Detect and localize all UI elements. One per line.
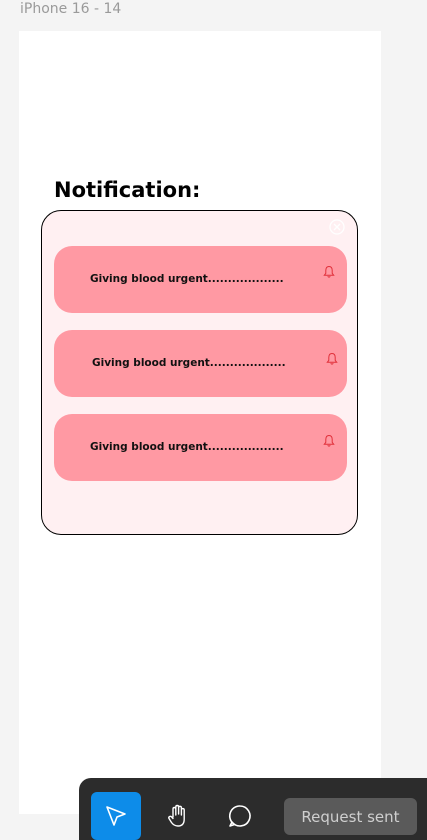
comment-icon [228, 805, 251, 827]
page-title: Notification: [54, 178, 201, 202]
bell-icon [323, 265, 335, 278]
notification-text: Giving blood urgent................... [90, 273, 284, 285]
hand-tool-button[interactable] [153, 792, 203, 840]
comment-tool-button[interactable] [215, 792, 265, 840]
notification-text: Giving blood urgent................... [92, 357, 286, 369]
notification-item[interactable]: Giving blood urgent................... [54, 330, 347, 397]
bell-icon [326, 352, 338, 365]
notification-panel: Giving blood urgent................... G… [41, 210, 358, 535]
frame-label: iPhone 16 - 14 [20, 1, 122, 17]
hand-icon [168, 804, 185, 827]
bell-icon [323, 434, 335, 447]
notification-item[interactable]: Giving blood urgent................... [54, 414, 347, 481]
request-sent-button[interactable]: Request sent [284, 798, 417, 835]
pointer-icon [106, 806, 126, 826]
notification-item[interactable]: Giving blood urgent................... [54, 246, 347, 313]
bottom-toolbar: Request sent [79, 778, 427, 840]
notification-text: Giving blood urgent................... [90, 441, 284, 453]
move-tool-button[interactable] [91, 792, 141, 840]
close-icon[interactable] [329, 219, 345, 235]
